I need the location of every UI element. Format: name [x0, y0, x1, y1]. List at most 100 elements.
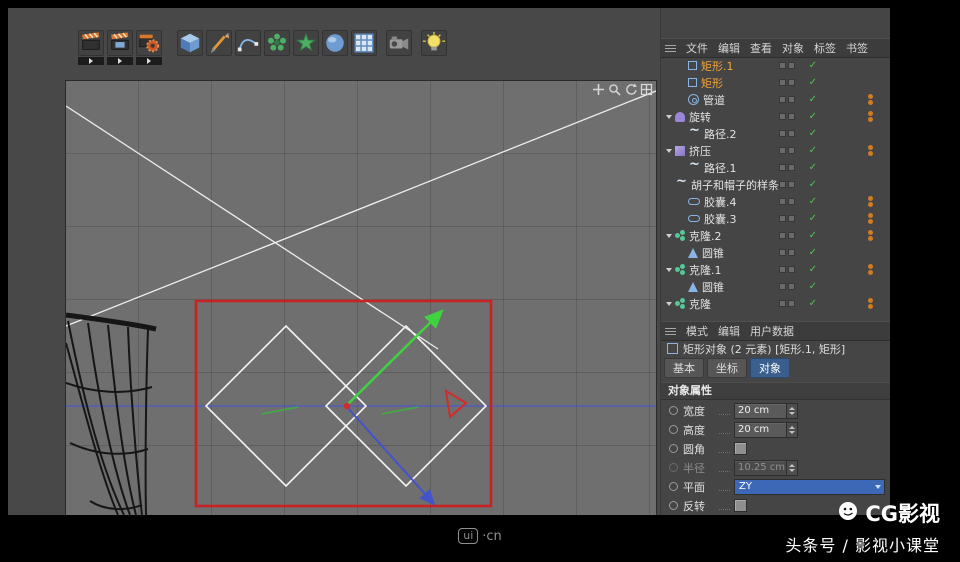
enable-check-icon[interactable] [809, 78, 817, 88]
attribute-tab[interactable]: 对象 [750, 358, 790, 378]
render-settings-button[interactable] [136, 30, 162, 65]
visibility-dots-icon[interactable] [868, 94, 873, 105]
star-spline-button[interactable] [293, 30, 319, 56]
enable-check-icon[interactable] [809, 129, 817, 139]
layer-squares-icon[interactable] [779, 300, 795, 307]
value-text[interactable]: 10.25 cm [735, 461, 786, 475]
visibility-dots-icon[interactable] [868, 298, 873, 309]
submenu-strip-icon[interactable] [107, 57, 133, 65]
enable-check-icon[interactable] [809, 180, 817, 190]
object-label[interactable]: 胶囊.4 [704, 194, 737, 210]
object-label[interactable]: 胶囊.3 [704, 211, 737, 227]
expand-arrow-icon[interactable] [666, 267, 672, 272]
menu-item[interactable]: 用户数据 [745, 323, 799, 339]
section-header[interactable]: 对象属性 [661, 382, 890, 400]
object-label[interactable]: 克隆.1 [689, 262, 722, 278]
layer-squares-icon[interactable] [779, 215, 795, 222]
camera-button[interactable] [386, 30, 412, 56]
enable-check-icon[interactable] [809, 146, 817, 156]
menu-item[interactable]: 标签 [809, 40, 841, 56]
keyframe-circle-icon[interactable] [669, 406, 678, 415]
object-row[interactable]: 路径.2 [661, 125, 890, 142]
viewport[interactable] [65, 80, 657, 515]
menu-item[interactable]: 模式 [681, 323, 713, 339]
zoom-view-icon[interactable] [607, 82, 621, 96]
checkbox[interactable] [734, 442, 747, 455]
object-row[interactable]: 圆锥 [661, 278, 890, 295]
layer-squares-icon[interactable] [779, 249, 795, 256]
object-row[interactable]: 管道 [661, 91, 890, 108]
value-stepper[interactable]: 20 cm [734, 421, 798, 438]
object-label[interactable]: 圆锥 [702, 245, 724, 261]
keyframe-circle-icon[interactable] [669, 482, 678, 491]
object-row[interactable]: 矩形.1 [661, 57, 890, 74]
object-label[interactable]: 克隆.2 [689, 228, 722, 244]
object-row[interactable]: 胶囊.3 [661, 210, 890, 227]
object-label[interactable]: 路径.2 [704, 126, 737, 142]
keyframe-circle-icon[interactable] [669, 501, 678, 510]
object-row[interactable]: 圆锥 [661, 244, 890, 261]
submenu-strip-icon[interactable] [136, 57, 162, 65]
subdivision-surface-button[interactable] [322, 30, 348, 56]
layer-squares-icon[interactable] [779, 96, 795, 103]
keyframe-circle-icon[interactable] [669, 425, 678, 434]
array-button[interactable] [351, 30, 377, 56]
visibility-dots-icon[interactable] [868, 230, 873, 241]
enable-check-icon[interactable] [809, 282, 817, 292]
layer-squares-icon[interactable] [779, 266, 795, 273]
enable-check-icon[interactable] [809, 61, 817, 71]
object-label[interactable]: 路径.1 [704, 160, 737, 176]
menu-item[interactable]: 对象 [777, 40, 809, 56]
visibility-dots-icon[interactable] [868, 213, 873, 224]
object-row[interactable]: 克隆.1 [661, 261, 890, 278]
spline-pen-button[interactable] [206, 30, 232, 56]
flower-spline-button[interactable] [264, 30, 290, 56]
value-text[interactable]: 20 cm [735, 423, 786, 437]
value-stepper[interactable]: 20 cm [734, 402, 798, 419]
enable-check-icon[interactable] [809, 299, 817, 309]
object-label[interactable]: 胡子和帽子的样条 [691, 177, 779, 193]
layer-squares-icon[interactable] [779, 198, 795, 205]
menu-item[interactable]: 文件 [681, 40, 713, 56]
checkbox[interactable] [734, 499, 747, 512]
layer-squares-icon[interactable] [779, 181, 795, 188]
object-row[interactable]: 克隆.2 [661, 227, 890, 244]
panel-menu-icon[interactable] [665, 44, 676, 52]
render-picture-viewer-button[interactable] [107, 30, 133, 65]
spinner-arrows-icon[interactable] [786, 460, 797, 475]
layer-squares-icon[interactable] [779, 232, 795, 239]
expand-arrow-icon[interactable] [666, 148, 672, 153]
spinner-arrows-icon[interactable] [786, 422, 797, 437]
layer-squares-icon[interactable] [779, 62, 795, 69]
object-row[interactable]: 胶囊.4 [661, 193, 890, 210]
layer-squares-icon[interactable] [779, 283, 795, 290]
enable-check-icon[interactable] [809, 231, 817, 241]
panel-menu-icon[interactable] [665, 327, 676, 335]
render-view-button[interactable] [78, 30, 104, 65]
object-label[interactable]: 矩形.1 [701, 58, 734, 74]
enable-check-icon[interactable] [809, 163, 817, 173]
spinner-arrows-icon[interactable] [786, 403, 797, 418]
object-row[interactable]: 矩形 [661, 74, 890, 91]
layer-squares-icon[interactable] [779, 79, 795, 86]
visibility-dots-icon[interactable] [868, 111, 873, 122]
enable-check-icon[interactable] [809, 197, 817, 207]
enable-check-icon[interactable] [809, 214, 817, 224]
value-text[interactable]: 20 cm [735, 404, 786, 418]
attribute-tab[interactable]: 坐标 [707, 358, 747, 378]
keyframe-circle-icon[interactable] [669, 463, 678, 472]
object-label[interactable]: 克隆 [689, 296, 711, 312]
object-row[interactable]: 胡子和帽子的样条 [661, 176, 890, 193]
submenu-strip-icon[interactable] [78, 57, 104, 65]
menu-item[interactable]: 查看 [745, 40, 777, 56]
enable-check-icon[interactable] [809, 112, 817, 122]
layer-squares-icon[interactable] [779, 130, 795, 137]
menu-item[interactable]: 编辑 [713, 323, 745, 339]
spline-arc-button[interactable] [235, 30, 261, 56]
keyframe-circle-icon[interactable] [669, 444, 678, 453]
attribute-tab[interactable]: 基本 [664, 358, 704, 378]
enable-check-icon[interactable] [809, 95, 817, 105]
menu-item[interactable]: 编辑 [713, 40, 745, 56]
visibility-dots-icon[interactable] [868, 264, 873, 275]
object-label[interactable]: 管道 [703, 92, 725, 108]
